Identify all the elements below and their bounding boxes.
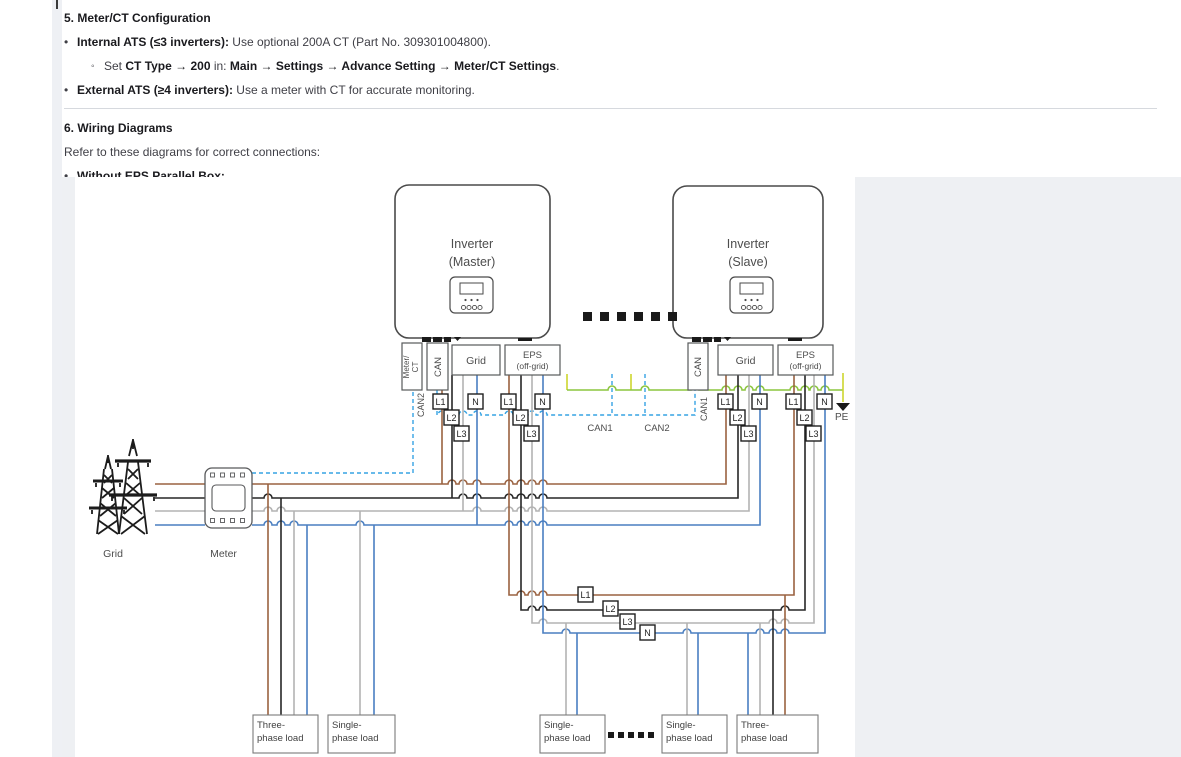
sub-bullet-ct-type-text: Set CT Type → 200 in: Main → Settings → …: [104, 59, 559, 74]
svg-text:L1: L1: [435, 397, 445, 407]
svg-text:phase load: phase load: [257, 733, 303, 744]
svg-text:L1: L1: [503, 397, 513, 407]
svg-text:L2: L2: [515, 413, 525, 423]
eps-bus-l2: [521, 375, 805, 610]
can2-stub-label: CAN2: [644, 423, 669, 434]
load-three-phase-right: Three- phase load: [737, 715, 818, 753]
slave-grid-label: Grid: [736, 355, 756, 367]
svg-text:N: N: [539, 397, 546, 407]
master-eps-label-2: (off-grid): [517, 361, 549, 371]
earth-ground-icon: [836, 403, 850, 411]
svg-text:phase load: phase load: [741, 733, 787, 744]
left-gutter: [52, 0, 62, 757]
svg-text:Three-: Three-: [741, 720, 769, 731]
svg-text:phase load: phase load: [666, 733, 712, 744]
bullet-dot: •: [64, 35, 77, 50]
svg-text:Single-: Single-: [666, 720, 696, 731]
text-caret: [56, 0, 58, 9]
sub-bullet-ct-type: ◦ Set CT Type → 200 in: Main → Settings …: [64, 59, 1174, 74]
diagram-panel: PE: [62, 177, 1181, 757]
master-inverter: Inverter (Master): [395, 185, 550, 342]
master-meter-ct-label-2: CT: [411, 362, 420, 373]
wiring-diagram: PE: [75, 177, 855, 757]
load-single-phase-eps-1: Single- phase load: [540, 715, 605, 753]
eps-load-drops: [566, 595, 785, 715]
sub-bullet-circle: ◦: [91, 59, 104, 74]
slave-can-label: CAN: [693, 357, 704, 377]
svg-text:L1: L1: [720, 397, 730, 407]
section-6-intro: Refer to these diagrams for correct conn…: [64, 145, 1174, 160]
slave-display: [730, 277, 773, 313]
svg-text:L2: L2: [732, 413, 742, 423]
master-can-label: CAN: [433, 357, 444, 377]
master-grid-label: Grid: [466, 355, 486, 367]
bullet-dot: •: [64, 83, 77, 98]
svg-text:L1: L1: [788, 397, 798, 407]
load-single-phase-left: Single- phase load: [328, 715, 395, 753]
master-ports: Meter/ CT CAN Grid EPS (off-grid): [402, 343, 560, 390]
eps-bus-l1: [509, 375, 794, 595]
grid-source-label: Grid: [103, 548, 123, 560]
svg-text:L2: L2: [605, 604, 615, 614]
load-single-phase-eps-2: Single- phase load: [662, 715, 727, 753]
master-eps-label-1: EPS: [523, 350, 542, 361]
slave-eps-label-2: (off-grid): [790, 361, 822, 371]
bullet-internal-ats: • Internal ATS (≤3 inverters): Use optio…: [64, 35, 1174, 50]
meter-ct-comm-line: [252, 390, 413, 473]
svg-text:L3: L3: [622, 617, 632, 627]
svg-text:phase load: phase load: [544, 733, 590, 744]
meter-device: [205, 468, 252, 528]
bullet-external-ats: • External ATS (≥4 inverters): Use a met…: [64, 83, 1174, 98]
master-display: [450, 277, 493, 313]
slave-inverter-label-2: (Slave): [728, 255, 768, 269]
svg-text:L3: L3: [743, 429, 753, 439]
grid-towers-icon: [89, 439, 157, 534]
svg-text:L2: L2: [446, 413, 456, 423]
svg-text:L3: L3: [808, 429, 818, 439]
bullet-external-ats-text: External ATS (≥4 inverters): Use a meter…: [77, 83, 475, 98]
bullet-internal-ats-text: Internal ATS (≤3 inverters): Use optiona…: [77, 35, 491, 50]
bus-l2: [252, 375, 738, 498]
master-meter-ct-label-1: Meter/: [402, 355, 411, 378]
pe-label: PE: [835, 412, 849, 423]
master-can2-vertical-label: CAN2: [416, 393, 426, 417]
can1-stub-label: CAN1: [587, 423, 612, 434]
more-inverters-ellipsis: [583, 312, 677, 321]
svg-text:L1: L1: [580, 590, 590, 600]
document-text: 5. Meter/CT Configuration • Internal ATS…: [64, 0, 1174, 184]
grid-load-drops: [268, 484, 374, 715]
svg-text:Three-: Three-: [257, 720, 285, 731]
svg-text:L3: L3: [526, 429, 536, 439]
slave-inverter-label-1: Inverter: [727, 237, 769, 251]
svg-text:phase load: phase load: [332, 733, 378, 744]
wiring-diagram-image: PE: [75, 177, 855, 757]
load-three-phase-left: Three- phase load: [253, 715, 318, 753]
slave-eps-label-1: EPS: [796, 350, 815, 361]
section-divider: [64, 108, 1157, 109]
eps-bus-wires: [509, 375, 825, 633]
slave-inverter: Inverter (Slave): [673, 186, 823, 342]
svg-text:L3: L3: [456, 429, 466, 439]
svg-text:N: N: [821, 397, 828, 407]
master-inverter-label-2: (Master): [449, 255, 496, 269]
more-loads-ellipsis: [608, 732, 654, 738]
svg-text:Single-: Single-: [332, 720, 362, 731]
master-inverter-label-1: Inverter: [451, 237, 493, 251]
svg-text:N: N: [644, 628, 651, 638]
svg-text:L2: L2: [799, 413, 809, 423]
section-6-heading: 6. Wiring Diagrams: [64, 121, 1174, 136]
svg-text:N: N: [472, 397, 479, 407]
svg-text:Single-: Single-: [544, 720, 574, 731]
grid-to-meter-wires: [155, 484, 205, 525]
eps-bus-l3: [532, 375, 814, 623]
communication-lines: [252, 374, 695, 473]
section-5-heading: 5. Meter/CT Configuration: [64, 11, 1174, 26]
loads: Three- phase load Single- phase load Sin…: [253, 715, 818, 753]
svg-text:N: N: [756, 397, 763, 407]
slave-can1-vertical-label: CAN1: [699, 397, 709, 421]
meter-label: Meter: [210, 548, 237, 560]
phase-labels: L1 L2 L3 N L1 L2 L3 N L1 L2 L3 N L1 L2 L…: [433, 394, 832, 640]
